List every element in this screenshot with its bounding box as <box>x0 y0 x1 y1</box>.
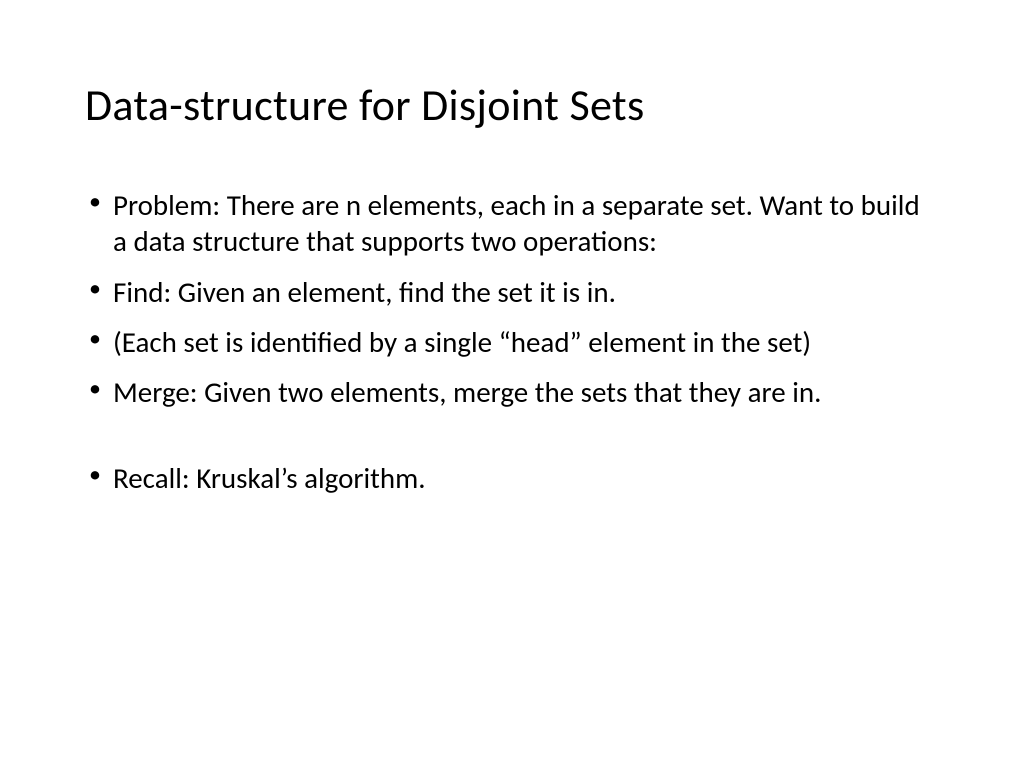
list-item: Problem: There are n elements, each in a… <box>85 187 939 260</box>
spacer <box>85 424 939 460</box>
bullet-list: Recall: Kruskal’s algorithm. <box>85 460 939 496</box>
list-item: Find: Given an element, find the set it … <box>85 274 939 310</box>
bullet-list: Problem: There are n elements, each in a… <box>85 187 939 410</box>
list-item: (Each set is identified by a single “hea… <box>85 324 939 360</box>
list-item: Recall: Kruskal’s algorithm. <box>85 460 939 496</box>
list-item: Merge: Given two elements, merge the set… <box>85 374 939 410</box>
slide-title: Data-structure for Disjoint Sets <box>85 78 939 132</box>
